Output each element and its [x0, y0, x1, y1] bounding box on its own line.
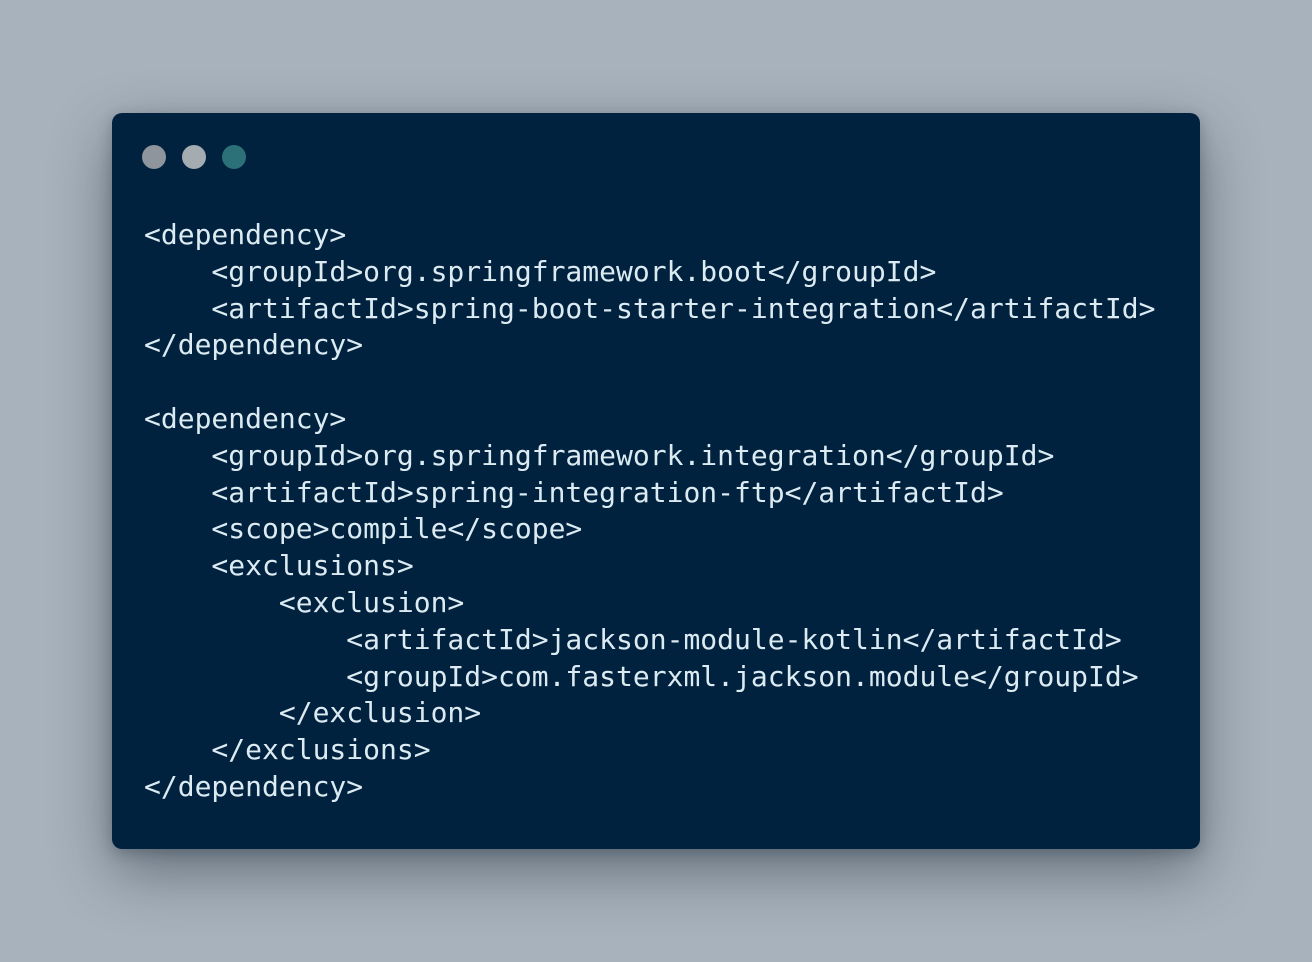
code-line: <artifactId>jackson-module-kotlin</artif… — [144, 622, 1122, 656]
code-block: <dependency> <groupId>org.springframewor… — [144, 217, 1155, 806]
code-line: <dependency> — [144, 218, 347, 251]
code-line: </exclusions> — [144, 733, 431, 767]
window-controls — [142, 145, 246, 169]
code-line: <groupId>org.springframework.integration… — [144, 438, 1055, 472]
code-line: <exclusions> — [144, 549, 414, 583]
code-line: <groupId>com.fasterxml.jackson.module</g… — [144, 659, 1139, 693]
close-dot-icon — [142, 145, 166, 169]
code-line: <dependency> — [144, 401, 347, 435]
code-line: <groupId>org.springframework.boot</group… — [144, 254, 937, 288]
minimize-dot-icon — [182, 145, 206, 169]
code-line: </exclusion> — [144, 696, 482, 730]
code-line: <scope>compile</scope> — [144, 512, 583, 546]
code-line: </dependency> — [144, 769, 364, 803]
code-window: <dependency> <groupId>org.springframewor… — [112, 113, 1200, 849]
code-line: </dependency> — [144, 328, 364, 362]
code-line: <artifactId>spring-integration-ftp</arti… — [144, 475, 1004, 509]
maximize-dot-icon — [222, 145, 246, 169]
code-line: <artifactId>spring-boot-starter-integrat… — [144, 291, 1156, 325]
code-line: <exclusion> — [144, 585, 465, 619]
